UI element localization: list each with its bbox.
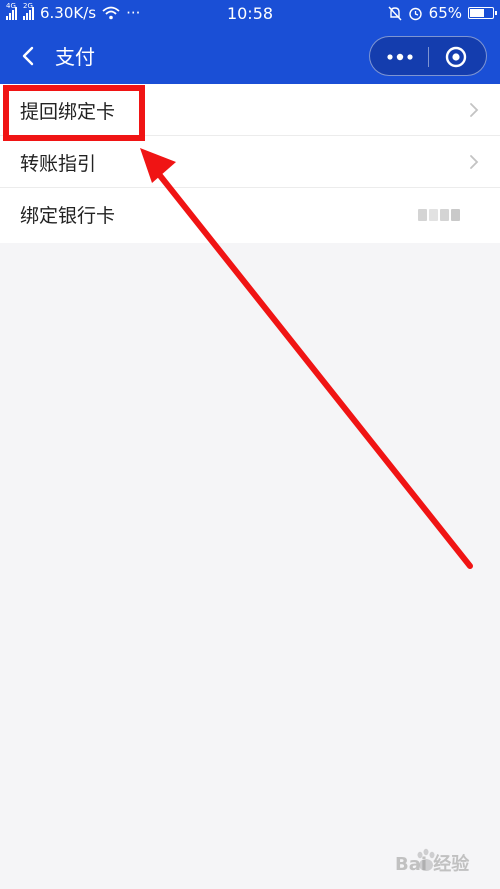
menu-item-bind-bank-card[interactable]: 绑定银行卡 bbox=[0, 188, 500, 243]
menu-item-label: 转账指引 bbox=[20, 153, 97, 175]
battery-fill bbox=[470, 9, 484, 17]
mute-icon bbox=[388, 6, 402, 20]
capsule-divider bbox=[428, 47, 429, 67]
battery-icon bbox=[468, 7, 497, 19]
menu-item-transfer-guide[interactable]: 转账指引 bbox=[0, 136, 500, 188]
payment-menu-list: 提回绑定卡 转账指引 绑定银行卡 bbox=[0, 84, 500, 243]
chevron-right-icon bbox=[470, 155, 479, 169]
menu-item-label: 绑定银行卡 bbox=[20, 205, 116, 227]
target-circle-icon[interactable] bbox=[445, 46, 467, 68]
masked-card-number bbox=[418, 209, 460, 221]
status-bar: 4G 2G 6.30K/s ··· 10:58 65% bbox=[0, 0, 500, 28]
more-dots-icon[interactable] bbox=[384, 47, 416, 67]
page-title: 支付 bbox=[55, 45, 95, 69]
battery-percent: 65% bbox=[428, 4, 462, 22]
menu-item-withdraw-bound-card[interactable]: 提回绑定卡 bbox=[0, 84, 500, 136]
nav-bar: 支付 bbox=[0, 28, 500, 84]
alarm-icon bbox=[408, 7, 422, 20]
mini-program-capsule bbox=[369, 36, 487, 76]
menu-item-label: 提回绑定卡 bbox=[20, 101, 116, 123]
chevron-right-icon bbox=[470, 103, 479, 117]
chevron-left-icon[interactable] bbox=[14, 40, 46, 72]
watermark-text: Bai 经验 bbox=[395, 854, 470, 875]
status-right: 65% bbox=[388, 4, 497, 22]
